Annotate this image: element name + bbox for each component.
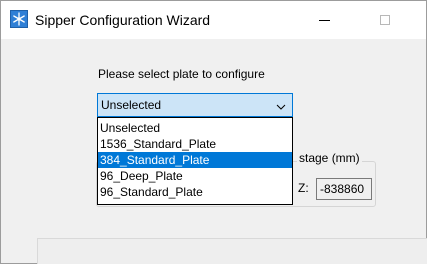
dropdown-option-1536-standard-plate[interactable]: 1536_Standard_Plate <box>98 136 292 152</box>
bottom-panel <box>37 238 427 264</box>
title-bar[interactable]: Sipper Configuration Wizard <box>1 1 426 39</box>
chevron-down-icon <box>276 100 286 114</box>
maximize-button[interactable] <box>362 1 408 39</box>
plate-select-dropdown-list[interactable]: Unselected 1536_Standard_Plate 384_Stand… <box>97 117 293 205</box>
window-title: Sipper Configuration Wizard <box>35 12 211 28</box>
dropdown-option-96-standard-plate[interactable]: 96_Standard_Plate <box>98 184 292 200</box>
snowflake-app-icon <box>10 10 28 28</box>
plate-select-combobox[interactable]: Unselected <box>97 93 293 117</box>
z-label: Z: <box>298 181 309 195</box>
dropdown-option-384-standard-plate[interactable]: 384_Standard_Plate <box>98 152 292 168</box>
dropdown-option-unselected[interactable]: Unselected <box>98 120 292 136</box>
minimize-icon <box>319 20 330 21</box>
plate-select-value: Unselected <box>101 98 162 112</box>
z-value-field[interactable]: -838860 <box>316 178 372 200</box>
select-plate-prompt: Please select plate to configure <box>98 67 265 81</box>
dropdown-option-96-deep-plate[interactable]: 96_Deep_Plate <box>98 168 292 184</box>
minimize-button[interactable] <box>301 1 347 39</box>
maximize-icon <box>380 15 390 25</box>
stage-group-title: stage (mm) <box>297 151 362 165</box>
